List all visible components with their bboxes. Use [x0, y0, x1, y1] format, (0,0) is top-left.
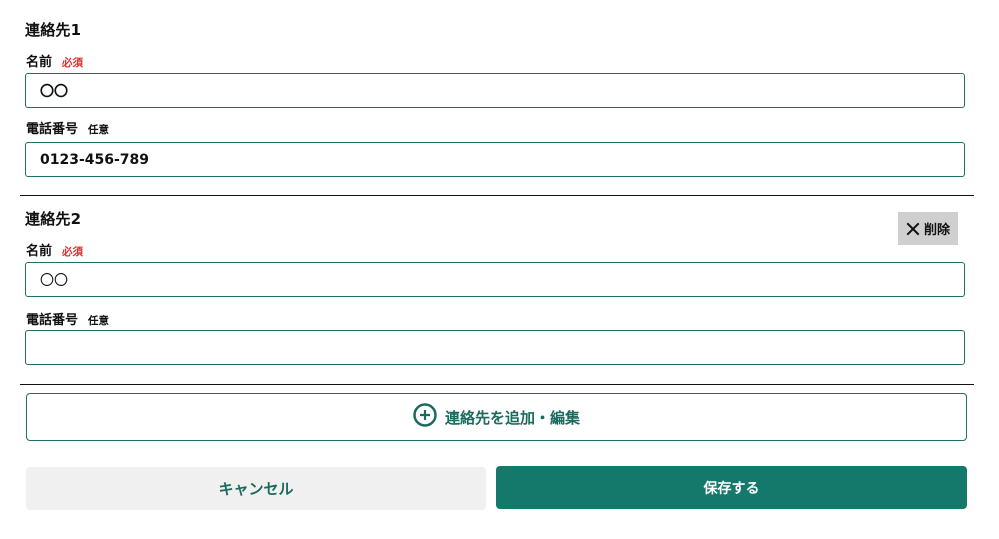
cancel-button[interactable]: キャンセル: [26, 467, 486, 510]
phone-input[interactable]: 0123-456-789: [25, 142, 965, 177]
name-label-row: 名前 必須: [26, 51, 83, 70]
phone-label-row: 電話番号 任意: [26, 118, 109, 137]
add-contact-button[interactable]: 連絡先を追加・編集: [26, 393, 967, 441]
name-input[interactable]: 〇〇: [25, 262, 965, 297]
optional-badge: 任意: [88, 315, 110, 327]
contact-section-1: 連絡先1 名前 必須 〇〇 電話番号 任意 0123-456-789: [20, 0, 974, 195]
contact-section-2: 連絡先2 名前 必須 〇〇 電話番号 任意: [20, 196, 974, 384]
phone-label-row: 電話番号 任意: [26, 309, 109, 328]
name-label: 名前: [26, 55, 53, 70]
delete-button[interactable]: 削除: [898, 212, 958, 245]
name-label-row: 名前 必須: [26, 240, 83, 259]
name-label: 名前: [26, 244, 53, 259]
name-input[interactable]: 〇〇: [25, 73, 965, 108]
phone-input[interactable]: [25, 330, 965, 365]
contact-title: 連絡先2: [25, 210, 82, 228]
required-badge: 必須: [62, 57, 84, 69]
contact-title: 連絡先1: [25, 21, 82, 39]
phone-label: 電話番号: [26, 313, 79, 328]
add-contact-label: 連絡先を追加・編集: [444, 408, 580, 427]
optional-badge: 任意: [88, 124, 110, 136]
section-divider: [20, 384, 974, 385]
plus-circle-icon: [413, 403, 437, 431]
required-badge: 必須: [62, 246, 84, 258]
save-button[interactable]: 保存する: [496, 466, 967, 509]
close-icon: [906, 222, 920, 236]
phone-label: 電話番号: [26, 122, 79, 137]
delete-label: 削除: [923, 223, 950, 238]
